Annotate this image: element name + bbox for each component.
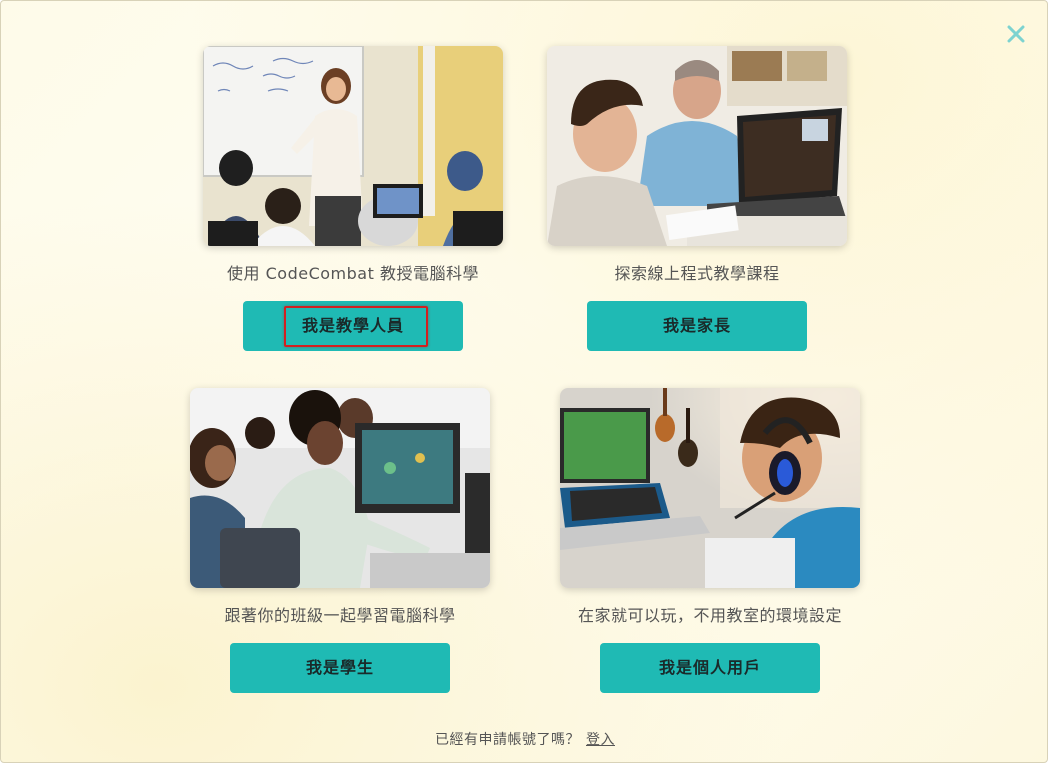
student-card: 跟著你的班級一起學習電腦科學 <box>190 388 490 626</box>
individual-button[interactable]: 我是個人用戶 <box>600 643 820 693</box>
login-prompt-text: 已經有申請帳號了嗎？ <box>435 732 580 748</box>
parent-button[interactable]: 我是家長 <box>587 301 807 351</box>
individual-gaming-image <box>560 388 860 588</box>
teacher-button-highlight <box>284 306 428 347</box>
student-computer-lab-image <box>190 388 490 588</box>
teacher-classroom-image <box>203 46 503 246</box>
login-link[interactable]: 登入 <box>586 732 615 748</box>
student-button[interactable]: 我是學生 <box>230 643 450 693</box>
close-icon[interactable] <box>1003 21 1029 47</box>
individual-card: 在家就可以玩，不用教室的環境設定 <box>560 388 860 626</box>
individual-caption: 在家就可以玩，不用教室的環境設定 <box>577 606 842 625</box>
teacher-caption: 使用 CodeCombat 教授電腦科學 <box>227 264 479 283</box>
parent-card: 探索線上程式教學課程 <box>547 46 847 284</box>
parent-caption: 探索線上程式教學課程 <box>614 264 780 283</box>
role-selection-modal: 使用 CodeCombat 教授電腦科學 我是教學人員 探索線上程式教學課程 我… <box>0 0 1048 763</box>
teacher-card: 使用 CodeCombat 教授電腦科學 <box>203 46 503 284</box>
parent-child-laptop-image <box>547 46 847 246</box>
student-caption: 跟著你的班級一起學習電腦科學 <box>224 606 456 625</box>
login-prompt: 已經有申請帳號了嗎？ 登入 <box>1 729 1047 749</box>
